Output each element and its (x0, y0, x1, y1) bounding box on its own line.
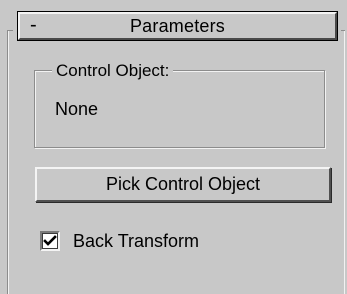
control-object-legend: Control Object: (52, 61, 174, 81)
parameters-rollout-header[interactable]: - Parameters (17, 11, 338, 41)
back-transform-checkbox-row[interactable]: Back Transform (40, 228, 199, 254)
checkmark-icon (43, 235, 57, 246)
back-transform-label: Back Transform (73, 230, 200, 251)
rollout-title: Parameters (129, 15, 226, 36)
control-object-value: None (55, 99, 99, 119)
collapse-toggle-icon[interactable]: - (30, 15, 37, 35)
parameters-panel: - Parameters Control Object: None Pick C… (0, 0, 347, 294)
back-transform-checkbox[interactable] (40, 231, 60, 251)
pick-control-object-button[interactable]: Pick Control Object (35, 167, 331, 202)
